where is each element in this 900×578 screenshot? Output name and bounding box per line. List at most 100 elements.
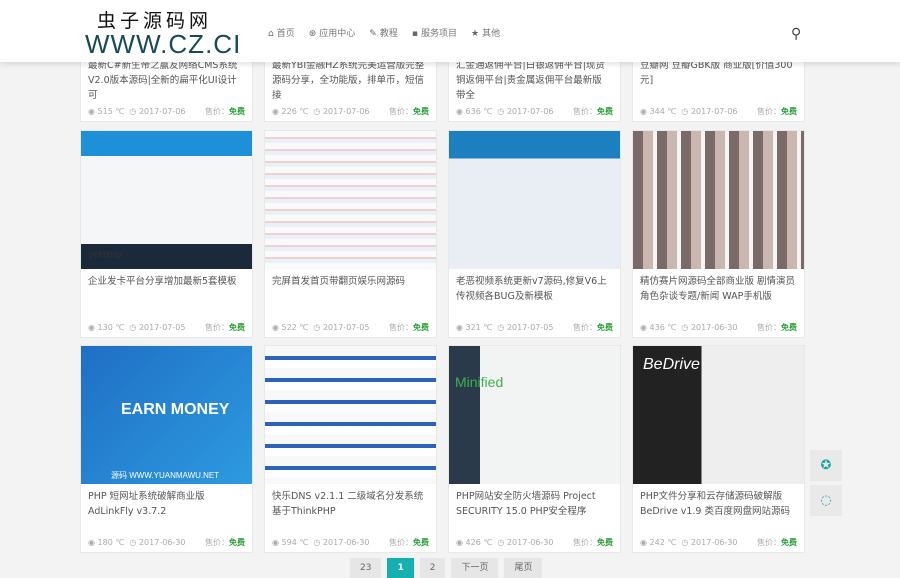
nav-label: 教程 bbox=[379, 29, 398, 39]
card-stats: ◉ 515 ℃ ◷ 2017-07-06 bbox=[88, 107, 185, 116]
page-current[interactable]: 1 bbox=[387, 558, 414, 578]
resource-card[interactable]: 完屏首发首页带翻页娱乐网源码 ◉ 522 ℃ ◷ 2017-07-05 售价：免… bbox=[264, 130, 437, 338]
thumbnail[interactable] bbox=[265, 131, 436, 269]
view-count: 242 ℃ bbox=[649, 537, 677, 547]
card-title[interactable]: 精仿赛片网源码全部商业版 剧情演员角色杂谈专题/新闻 WAP手机版 bbox=[633, 269, 804, 317]
card-price: 售价：免费 bbox=[389, 106, 429, 117]
card-stats: ◉ 636 ℃ ◷ 2017-07-06 bbox=[456, 107, 553, 116]
logo[interactable]: 虫子源码网 WWW.CZ.CI bbox=[85, 10, 242, 59]
resource-card[interactable]: 最新YBI金融HZ系统完美运营版完整源码分享，全功能版，排单币，短信接 ◉ 22… bbox=[264, 52, 437, 122]
card-title[interactable]: PHP文件分享和云存储源码破解版 BeDrive v1.9 类百度网盘网站源码 bbox=[633, 484, 804, 532]
thumbnail[interactable] bbox=[633, 131, 804, 269]
price-value: 免费 bbox=[229, 537, 245, 547]
price-label: 售价： bbox=[573, 537, 597, 547]
clock-icon: ◷ bbox=[129, 322, 139, 332]
card-title[interactable]: PHP网站安全防火墙源码 Project SECURITY 15.0 PHP安全… bbox=[449, 484, 620, 532]
thumbnail-watermark: 源码 WWW.YUANMAWU.NET bbox=[111, 471, 220, 480]
card-title[interactable]: PHP 短网址系统破解商业版 AdLinkFly v3.7.2 bbox=[81, 484, 252, 532]
card-price: 售价：免费 bbox=[757, 322, 797, 333]
nav-label: 服务项目 bbox=[420, 29, 457, 39]
page-total[interactable]: 23 bbox=[350, 558, 382, 578]
nav-home[interactable]: ⌂ 首页 bbox=[268, 26, 295, 39]
eye-icon: ◉ bbox=[272, 322, 282, 332]
card-stats: ◉ 321 ℃ ◷ 2017-07-05 bbox=[456, 323, 553, 332]
card-price: 售价：免费 bbox=[205, 322, 245, 333]
card-date: 2017-07-06 bbox=[506, 106, 554, 116]
next-page-button[interactable]: 下一页 bbox=[451, 558, 499, 578]
card-stats: ◉ 426 ℃ ◷ 2017-06-30 bbox=[456, 538, 553, 547]
thumbnail[interactable]: Minified bbox=[449, 346, 620, 484]
resource-card[interactable]: EARN MONEY 源码 WWW.YUANMAWU.NET PHP 短网址系统破解… bbox=[80, 345, 253, 553]
nav-apps[interactable]: ⊛ 应用中心 bbox=[309, 26, 356, 39]
resource-card[interactable]: 汇金通返佣平台|白银返佣平台|现货铜返佣平台|贵金属返佣平台最新版 带全 ◉ 6… bbox=[448, 52, 621, 122]
thumbnail[interactable]: BeDrive bbox=[633, 346, 804, 484]
card-title[interactable]: 快乐DNS v2.1.1 二级域名分发系统 基于ThinkPHP bbox=[265, 484, 436, 532]
clock-icon: ◷ bbox=[497, 537, 507, 547]
price-value: 免费 bbox=[597, 106, 613, 116]
thumbnail[interactable] bbox=[265, 346, 436, 484]
card-date: 2017-07-05 bbox=[138, 322, 186, 332]
wrench-icon: ✎ bbox=[369, 29, 377, 39]
thumbnail[interactable]: EARN MONEY 源码 WWW.YUANMAWU.NET bbox=[81, 346, 252, 484]
nav-label: 其他 bbox=[482, 29, 501, 39]
card-price: 售价：免费 bbox=[757, 106, 797, 117]
nav-label: 应用中心 bbox=[319, 29, 356, 39]
resource-card[interactable]: 精仿赛片网源码全部商业版 剧情演员角色杂谈专题/新闻 WAP手机版 ◉ 436 … bbox=[632, 130, 805, 338]
thumbnail-text: BeDrive bbox=[643, 356, 700, 373]
resource-card[interactable]: 老恶视频系统更新v7源码,修复V6上传视频各BUG及新模板 ◉ 321 ℃ ◷ … bbox=[448, 130, 621, 338]
thumbnail[interactable] bbox=[449, 131, 620, 269]
view-count: 321 ℃ bbox=[465, 322, 493, 332]
price-value: 免费 bbox=[229, 322, 245, 332]
price-label: 售价： bbox=[757, 537, 781, 547]
thumbnail[interactable]: yektipay bbox=[81, 131, 252, 269]
view-count: 130 ℃ bbox=[97, 322, 125, 332]
resource-card[interactable]: yektipay 企业发卡平台分享增加最新5套模板 ◉ 130 ℃ ◷ 2017-… bbox=[80, 130, 253, 338]
clock-icon: ◷ bbox=[497, 322, 507, 332]
main-nav: ⌂ 首页 ⊛ 应用中心 ✎ 教程 ▪ 服务项目 ★ 其他 bbox=[268, 26, 500, 39]
resource-card[interactable]: 快乐DNS v2.1.1 二级域名分发系统 基于ThinkPHP ◉ 594 ℃… bbox=[264, 345, 437, 553]
card-price: 售价：免费 bbox=[573, 322, 613, 333]
nav-label: 首页 bbox=[276, 29, 295, 39]
card-date: 2017-07-05 bbox=[506, 322, 554, 332]
nav-tutorial[interactable]: ✎ 教程 bbox=[369, 26, 398, 39]
price-label: 售价： bbox=[757, 322, 781, 332]
nav-services[interactable]: ▪ 服务项目 bbox=[412, 26, 457, 39]
resource-card[interactable]: Minified PHP网站安全防火墙源码 Project SECURITY 15… bbox=[448, 345, 621, 553]
view-count: 344 ℃ bbox=[649, 106, 677, 116]
eye-icon: ◉ bbox=[88, 106, 98, 116]
star-icon: ★ bbox=[470, 29, 480, 39]
page-2[interactable]: 2 bbox=[419, 558, 446, 578]
nav-other[interactable]: ★ 其他 bbox=[471, 26, 500, 39]
qq-icon[interactable]: ✪ bbox=[810, 450, 842, 481]
last-page-button[interactable]: 尾页 bbox=[504, 558, 543, 578]
card-stats: ◉ 436 ℃ ◷ 2017-06-30 bbox=[640, 323, 737, 332]
resource-card[interactable]: 最新C#新生帝之赢友网络CMS系统V2.0版本源码|全新的扁平化UI设计 可 ◉… bbox=[80, 52, 253, 122]
briefcase-icon: ▪ bbox=[411, 29, 418, 39]
card-date: 2017-07-06 bbox=[322, 106, 370, 116]
clock-icon: ◷ bbox=[313, 322, 323, 332]
eye-icon: ◉ bbox=[88, 322, 98, 332]
resource-card[interactable]: BeDrive PHP文件分享和云存储源码破解版 BeDrive v1.9 类百度… bbox=[632, 345, 805, 553]
card-title[interactable]: 完屏首发首页带翻页娱乐网源码 bbox=[265, 269, 436, 317]
clock-icon: ◷ bbox=[313, 537, 323, 547]
search-icon[interactable]: ⚲ bbox=[791, 26, 801, 42]
eye-icon: ◉ bbox=[88, 537, 98, 547]
card-title[interactable]: 老恶视频系统更新v7源码,修复V6上传视频各BUG及新模板 bbox=[449, 269, 620, 317]
card-price: 售价：免费 bbox=[389, 322, 429, 333]
card-title[interactable]: 企业发卡平台分享增加最新5套模板 bbox=[81, 269, 252, 317]
card-date: 2017-07-05 bbox=[322, 322, 370, 332]
card-date: 2017-06-30 bbox=[138, 537, 186, 547]
card-price: 售价：免费 bbox=[389, 537, 429, 548]
eye-icon: ◉ bbox=[456, 537, 466, 547]
price-label: 售价： bbox=[573, 106, 597, 116]
view-count: 180 ℃ bbox=[97, 537, 125, 547]
price-value: 免费 bbox=[597, 322, 613, 332]
eye-icon: ◉ bbox=[456, 322, 466, 332]
chat-icon[interactable]: ◌ bbox=[810, 485, 842, 516]
card-date: 2017-06-30 bbox=[690, 537, 738, 547]
clock-icon: ◷ bbox=[313, 106, 323, 116]
clock-icon: ◷ bbox=[681, 537, 691, 547]
resource-card[interactable]: 豆瓣网 豆瓣GBK版 商业版[价值300元] ◉ 344 ℃ ◷ 2017-07… bbox=[632, 52, 805, 122]
logo-url: WWW.CZ.CI bbox=[85, 29, 242, 59]
card-date: 2017-06-30 bbox=[690, 322, 738, 332]
